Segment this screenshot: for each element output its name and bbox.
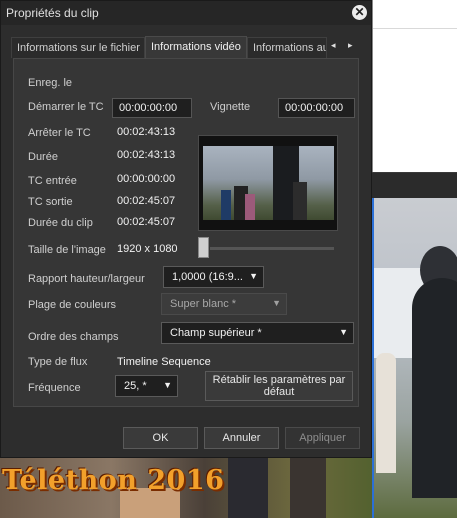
cancel-button[interactable]: Annuler (204, 427, 279, 449)
video-runner-shape (412, 278, 457, 498)
tab-bar: Informations sur le fichier Informations… (11, 36, 369, 59)
timeline-video-strip: Téléthon 2016 (0, 458, 372, 518)
reset-parameters-button[interactable]: Rétablir les paramètres par défaut (205, 371, 353, 401)
video-crowd-shape (290, 458, 326, 518)
field-order-select[interactable]: Champ supérieur * ▼ (161, 322, 354, 344)
frequency-value: 25, * (124, 380, 147, 392)
video-crowd-shape (228, 458, 268, 518)
tab-scroll-right-icon[interactable]: ▸ (348, 40, 353, 51)
stop-tc-label: Arrêter le TC (28, 127, 91, 139)
frequency-label: Fréquence (28, 382, 81, 394)
field-order-label: Ordre des champs (28, 331, 119, 343)
video-spectator-shape (376, 353, 396, 473)
apply-button[interactable]: Appliquer (285, 427, 360, 449)
tc-out-label: TC sortie (28, 196, 73, 208)
tab-file-info[interactable]: Informations sur le fichier (11, 37, 145, 58)
thumbnail-slider-track[interactable] (210, 247, 334, 250)
enreg-label: Enreg. le (28, 77, 73, 89)
tab-audio-info[interactable]: Informations audio (247, 37, 327, 58)
vignette-label: Vignette (210, 101, 251, 113)
field-order-value: Champ supérieur * (170, 327, 262, 339)
ok-button[interactable]: OK (123, 427, 198, 449)
clip-properties-dialog: Propriétés du clip ✕ Informations sur le… (0, 0, 372, 458)
image-size-label: Taille de l'image (28, 244, 106, 256)
background-divider (373, 28, 457, 29)
thumbnail-figure (245, 194, 255, 220)
chevron-down-icon: ▼ (249, 271, 258, 281)
preview-video-frame (372, 198, 457, 518)
start-tc-label: Démarrer le TC (28, 101, 104, 113)
background-window (372, 0, 457, 172)
chevron-down-icon: ▼ (272, 298, 281, 308)
chevron-down-icon: ▼ (163, 380, 172, 390)
frequency-select[interactable]: 25, * ▼ (115, 375, 178, 397)
chevron-down-icon: ▼ (339, 327, 348, 337)
video-info-panel: Enreg. le Démarrer le TC 00:00:00:00 Vig… (13, 58, 359, 407)
thumbnail-figure (221, 190, 231, 220)
color-range-label: Plage de couleurs (28, 299, 117, 311)
clip-duration-value: 00:02:45:07 (117, 216, 176, 228)
image-size-value: 1920 x 1080 (117, 243, 178, 255)
stream-type-value: Timeline Sequence (117, 356, 211, 368)
tab-scroll-left-icon[interactable]: ◂ (331, 40, 336, 51)
close-icon[interactable]: ✕ (352, 5, 367, 20)
video-thumbnail (198, 135, 338, 231)
background-toolbar-strip (372, 172, 457, 198)
stream-type-label: Type de flux (28, 356, 88, 368)
thumbnail-image (203, 146, 334, 220)
vignette-field[interactable]: 00:00:00:00 (278, 98, 355, 118)
tab-video-info[interactable]: Informations vidéo (145, 36, 247, 59)
video-title-overlay: Téléthon 2016 (2, 465, 225, 496)
stop-tc-value: 00:02:43:13 (117, 126, 176, 138)
duration-value: 00:02:43:13 (117, 149, 176, 161)
aspect-ratio-value: 1,0000 (16:9... (172, 271, 243, 283)
tc-in-label: TC entrée (28, 175, 77, 187)
dialog-title: Propriétés du clip (6, 6, 99, 20)
start-tc-field[interactable]: 00:00:00:00 (112, 98, 192, 118)
color-range-value: Super blanc * (170, 298, 237, 310)
thumbnail-slider-handle[interactable] (198, 237, 209, 258)
tc-out-value: 00:02:45:07 (117, 195, 176, 207)
aspect-ratio-select[interactable]: 1,0000 (16:9... ▼ (163, 266, 264, 288)
color-range-select[interactable]: Super blanc * ▼ (161, 293, 287, 315)
tc-in-value: 00:00:00:00 (117, 173, 176, 185)
duration-label: Durée (28, 151, 58, 163)
dialog-titlebar[interactable]: Propriétés du clip ✕ (1, 1, 371, 25)
clip-duration-label: Durée du clip (28, 217, 93, 229)
thumbnail-figure (293, 182, 307, 220)
aspect-ratio-label: Rapport hauteur/largeur (28, 273, 145, 285)
